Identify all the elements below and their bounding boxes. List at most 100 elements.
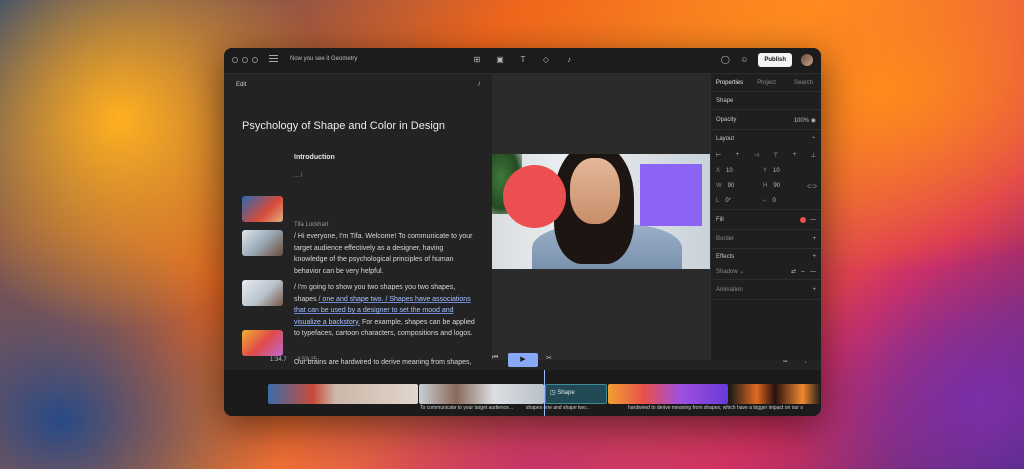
rotation-field[interactable]: L 0°	[716, 198, 731, 204]
shapes-icon[interactable]: ◇	[541, 55, 551, 65]
shadow-label[interactable]: Shadow	[716, 269, 738, 275]
w-label: W	[716, 183, 722, 189]
eye-icon[interactable]: ◉	[811, 118, 816, 124]
width-field[interactable]: W 90	[716, 183, 734, 189]
collapse-icon[interactable]: ⌃	[811, 136, 816, 143]
shape-clip-text: Shape	[557, 390, 575, 396]
border-label: Border	[716, 236, 735, 242]
skip-forward-icon[interactable]: ✂	[546, 354, 552, 362]
divider	[711, 109, 821, 110]
speaker-name[interactable]: Tifa Lockhart	[294, 222, 328, 228]
link-icon[interactable]: ⊂⊃	[807, 183, 817, 190]
page-title[interactable]: Psychology of Shape and Color in Design	[242, 120, 445, 132]
circle-shape[interactable]	[503, 165, 566, 228]
align-center-icon[interactable]: +	[736, 152, 740, 159]
divider	[711, 129, 821, 130]
publish-button[interactable]: Publish	[758, 53, 792, 67]
video-clip-3[interactable]	[608, 384, 728, 404]
y-value[interactable]: 10	[773, 168, 780, 174]
menu-icon[interactable]	[269, 55, 278, 63]
opacity-row: Opacity 100% ◉	[716, 117, 816, 124]
properties-panel: Properties Project Search Shape Opacity …	[710, 74, 821, 360]
play-button[interactable]: ▶	[508, 353, 538, 367]
align-middle-icon[interactable]: +	[793, 152, 797, 159]
window-controls	[232, 57, 258, 63]
shadow-row: Shadow ⌄ ⇄ ⌣ —	[716, 268, 816, 275]
skip-back-icon[interactable]: ⏮	[492, 354, 498, 362]
mic-icon[interactable]: ♪	[564, 55, 574, 65]
avatar[interactable]	[801, 54, 813, 66]
w-value[interactable]: 90	[728, 183, 735, 189]
align-top-icon[interactable]: ⊤	[773, 152, 778, 159]
scene-thumbnail-4[interactable]	[242, 330, 283, 356]
video-clip-4[interactable]	[729, 384, 821, 404]
current-timecode: 1:34.7	[270, 357, 287, 363]
section-heading[interactable]: Introduction	[294, 154, 335, 161]
video-clip-2[interactable]	[419, 384, 544, 404]
script-paragraph[interactable]: / I'm going to show you two shapes you t…	[294, 282, 476, 340]
tab-project[interactable]: Project	[748, 74, 785, 91]
opacity-value[interactable]: 100%	[794, 118, 809, 124]
swap-icon[interactable]: ⇄	[791, 269, 796, 275]
y-field[interactable]: Y 10	[763, 168, 780, 174]
align-left-icon[interactable]: ⊢	[716, 152, 721, 159]
x-value[interactable]: 10	[726, 168, 733, 174]
scene-thumbnail-3[interactable]	[242, 280, 283, 306]
fill-swatch[interactable]	[800, 217, 806, 223]
curve-icon[interactable]: ⌣	[801, 269, 805, 275]
image-icon[interactable]: ▣	[495, 55, 505, 65]
shape-section-label: Shape	[716, 98, 734, 104]
square-shape[interactable]	[640, 164, 702, 226]
remove-shadow-icon[interactable]: —	[810, 269, 816, 275]
remove-icon[interactable]: —	[810, 218, 816, 224]
comment-icon[interactable]: ◯	[720, 55, 730, 65]
scene-thumbnail-1[interactable]	[242, 196, 283, 222]
corner-label: ⌐	[763, 198, 767, 204]
height-field[interactable]: H 90	[763, 183, 780, 189]
toolbar-tools: ⊞ ▣ T ◇ ♪	[472, 55, 574, 65]
rotation-value[interactable]: 0°	[725, 198, 731, 204]
h-value[interactable]: 90	[773, 183, 780, 189]
corner-radius-field[interactable]: ⌐ 0	[763, 198, 776, 204]
ellipsis-text: ... /	[294, 173, 303, 179]
add-animation-icon[interactable]: +	[812, 287, 816, 293]
align-right-icon[interactable]: ⊣	[754, 152, 759, 159]
fill-label: Fill	[716, 217, 724, 223]
close-window-button[interactable]	[232, 57, 238, 63]
minimize-window-button[interactable]	[242, 57, 248, 63]
animation-row: Animation +	[716, 287, 816, 293]
scene-thumbnail-2[interactable]	[242, 230, 283, 256]
maximize-window-button[interactable]	[252, 57, 258, 63]
caption-clip[interactable]: hardwired to derive meaning from shapes,…	[628, 405, 821, 411]
x-field[interactable]: X 10	[716, 168, 733, 174]
add-user-icon[interactable]: ☺	[739, 55, 749, 65]
script-paragraph[interactable]: / Hi everyone, I'm Tifa. Welcome! To com…	[294, 231, 476, 277]
title-bar: Now you see it Geometry ⊞ ▣ T ◇ ♪ ◯ ☺ Pu…	[224, 48, 821, 74]
timeline[interactable]: ◳ Shape To communicate to your target au…	[224, 370, 821, 416]
chevron-down-icon[interactable]: ⌄	[739, 269, 744, 275]
tab-properties[interactable]: Properties	[711, 74, 748, 91]
toolbar-right: ◯ ☺ Publish	[720, 53, 813, 67]
playhead[interactable]	[544, 370, 545, 416]
script-editor: Edit / Psychology of Shape and Color in …	[224, 74, 492, 374]
total-timecode: 3:59.25	[297, 357, 318, 363]
caption-clip[interactable]: shapes one and shape two...	[526, 405, 626, 411]
text-icon[interactable]: T	[518, 55, 528, 65]
opacity-label: Opacity	[716, 117, 737, 123]
play-icon: ▶	[520, 356, 526, 363]
opacity-value-group: 100% ◉	[794, 117, 816, 124]
tab-search[interactable]: Search	[785, 74, 821, 91]
document-title[interactable]: Now you see it Geometry	[290, 56, 357, 62]
grid-icon[interactable]: ⊞	[472, 55, 482, 65]
add-border-icon[interactable]: +	[812, 236, 816, 242]
add-effect-icon[interactable]: +	[812, 254, 816, 260]
person-face	[570, 158, 620, 224]
align-bottom-icon[interactable]: ⊥	[811, 152, 816, 159]
corner-value[interactable]: 0	[773, 198, 776, 204]
video-frame[interactable]	[492, 154, 710, 269]
properties-tabs: Properties Project Search	[711, 74, 821, 92]
fill-row: Fill —	[716, 217, 816, 224]
divider	[711, 299, 821, 300]
video-clip-1[interactable]	[268, 384, 418, 404]
edit-label[interactable]: Edit	[236, 82, 246, 88]
